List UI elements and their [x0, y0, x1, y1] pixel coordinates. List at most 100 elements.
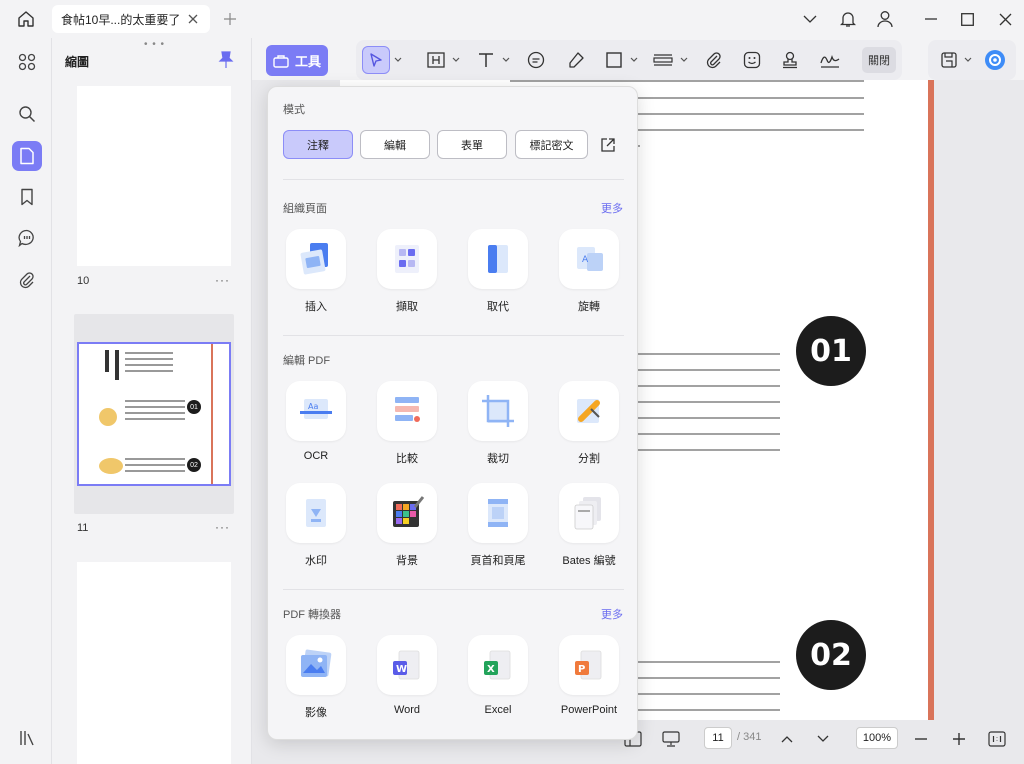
- drag-handle[interactable]: • • •: [144, 39, 165, 50]
- stamp-tool-button[interactable]: [778, 46, 802, 74]
- tool-insert[interactable]: 插入: [277, 229, 347, 321]
- tool-convert-powerpoint-label: PowerPoint: [560, 704, 618, 716]
- thumbnails-icon[interactable]: [12, 141, 42, 171]
- tool-ocr[interactable]: Aa OCR: [277, 381, 347, 473]
- extract-pages-icon: [377, 229, 437, 289]
- split-icon: [559, 381, 619, 441]
- bell-icon[interactable]: [835, 7, 861, 31]
- powerpoint-file-icon: P: [559, 635, 619, 695]
- zoom-out-icon[interactable]: [910, 728, 932, 750]
- tools-button-label: 工具: [294, 54, 321, 69]
- tool-extract[interactable]: 擷取: [368, 229, 438, 321]
- maximize-icon[interactable]: [954, 7, 980, 31]
- converter-more-link[interactable]: 更多: [601, 606, 623, 622]
- actual-size-icon[interactable]: [986, 728, 1008, 750]
- tool-convert-image[interactable]: 影像: [277, 635, 347, 727]
- tool-background[interactable]: 背景: [368, 483, 438, 575]
- tool-watermark[interactable]: 水印: [277, 483, 347, 575]
- tool-convert-powerpoint[interactable]: P PowerPoint: [550, 635, 620, 727]
- tool-convert-word-label: Word: [393, 704, 421, 716]
- chevron-down-icon[interactable]: [797, 7, 823, 31]
- text-icon: [479, 53, 493, 67]
- tool-replace-label: 取代: [487, 301, 509, 313]
- tool-compare-label: 比較: [396, 453, 418, 465]
- next-page-icon[interactable]: [812, 728, 834, 750]
- home-icon[interactable]: [14, 8, 38, 30]
- shape-tool-button[interactable]: [602, 46, 626, 74]
- watermark-icon: [286, 483, 346, 543]
- mode-redact-button[interactable]: 標記密文: [515, 130, 588, 159]
- open-external-icon[interactable]: [598, 135, 618, 155]
- tools-button[interactable]: 工具: [266, 45, 328, 76]
- page-more-10[interactable]: ···: [215, 273, 230, 287]
- tool-crop[interactable]: 裁切: [459, 381, 529, 473]
- tool-compare[interactable]: 比較: [368, 381, 438, 473]
- mode-edit-button[interactable]: 編輯: [360, 130, 430, 159]
- save-icon: [941, 52, 957, 68]
- close-tab-icon[interactable]: [185, 11, 201, 27]
- measure-tool-button[interactable]: [650, 46, 676, 74]
- bookmark-icon[interactable]: [12, 182, 42, 212]
- highlight-tool-button[interactable]: [424, 46, 448, 74]
- presentation-icon[interactable]: [660, 728, 682, 750]
- eraser-pen-icon: [569, 52, 584, 68]
- pen-tool-button[interactable]: [564, 46, 588, 74]
- stamp-icon: [783, 51, 797, 69]
- tool-rotate[interactable]: A 旋轉: [550, 229, 620, 321]
- tool-convert-word[interactable]: W Word: [368, 635, 438, 727]
- page-more-11[interactable]: ···: [215, 520, 230, 534]
- pin-icon[interactable]: [218, 51, 236, 69]
- tools-popup: 模式 注釋 編輯 表單 標記密文 組織頁面 更多 插入 擷取 取代 A 旋轉 編…: [267, 86, 638, 740]
- tool-replace[interactable]: 取代: [459, 229, 529, 321]
- tool-split[interactable]: 分割: [550, 381, 620, 473]
- left-rail: [0, 38, 52, 764]
- title-bar: 食帖10早...的太重要了: [0, 0, 1024, 38]
- ai-assistant-icon: [985, 50, 1005, 70]
- apps-grid-icon[interactable]: [12, 47, 42, 77]
- thumb-heading-02: 02: [187, 458, 201, 472]
- comments-icon[interactable]: [12, 223, 42, 253]
- close-window-icon[interactable]: [992, 7, 1018, 31]
- select-tool-button[interactable]: [362, 46, 390, 74]
- comment-tool-button[interactable]: [524, 46, 548, 74]
- right-toolbar: [928, 40, 1016, 80]
- text-tool-button[interactable]: [474, 46, 498, 74]
- search-icon[interactable]: [12, 99, 42, 129]
- page-number-input[interactable]: 11: [704, 727, 732, 749]
- tool-convert-excel[interactable]: X Excel: [459, 635, 529, 727]
- page-thumbnail-11[interactable]: 01 02: [77, 342, 231, 486]
- account-icon[interactable]: [872, 7, 898, 31]
- document-tab[interactable]: 食帖10早...的太重要了: [52, 5, 210, 33]
- signature-tool-button[interactable]: [816, 46, 844, 74]
- zoom-in-icon[interactable]: [948, 728, 970, 750]
- ai-assistant-button[interactable]: [982, 46, 1008, 74]
- tool-extract-label: 擷取: [396, 301, 418, 313]
- organize-more-link[interactable]: 更多: [601, 200, 623, 216]
- save-button[interactable]: [938, 46, 960, 74]
- thumb-heading-01: 01: [187, 400, 201, 414]
- sidebar-toggle-icon[interactable]: [12, 723, 42, 753]
- mode-annotate-button[interactable]: 注釋: [283, 130, 353, 159]
- select-tool-dropdown[interactable]: [392, 46, 404, 74]
- highlight-tool-dropdown[interactable]: [450, 46, 462, 74]
- mode-form-button[interactable]: 表單: [437, 130, 507, 159]
- close-toolbar-button[interactable]: 關閉: [862, 47, 896, 73]
- page-thumbnail-10[interactable]: [77, 86, 231, 266]
- tool-bates-numbering[interactable]: Bates 編號: [550, 483, 620, 575]
- tool-header-footer[interactable]: 頁首和頁尾: [459, 483, 529, 575]
- previous-page-icon[interactable]: [776, 728, 798, 750]
- tool-insert-label: 插入: [305, 301, 327, 313]
- sticker-tool-button[interactable]: [740, 46, 764, 74]
- new-tab-icon[interactable]: [220, 9, 240, 29]
- sticker-icon: [743, 51, 761, 69]
- compare-icon: [377, 381, 437, 441]
- save-dropdown[interactable]: [962, 46, 974, 74]
- zoom-level[interactable]: 100%: [856, 727, 898, 749]
- measure-tool-dropdown[interactable]: [678, 46, 690, 74]
- minimize-icon[interactable]: [918, 7, 944, 31]
- attachment-icon[interactable]: [12, 265, 42, 295]
- page-thumbnail-12[interactable]: [77, 562, 231, 764]
- shape-tool-dropdown[interactable]: [628, 46, 640, 74]
- attach-tool-button[interactable]: [702, 46, 726, 74]
- text-tool-dropdown[interactable]: [500, 46, 512, 74]
